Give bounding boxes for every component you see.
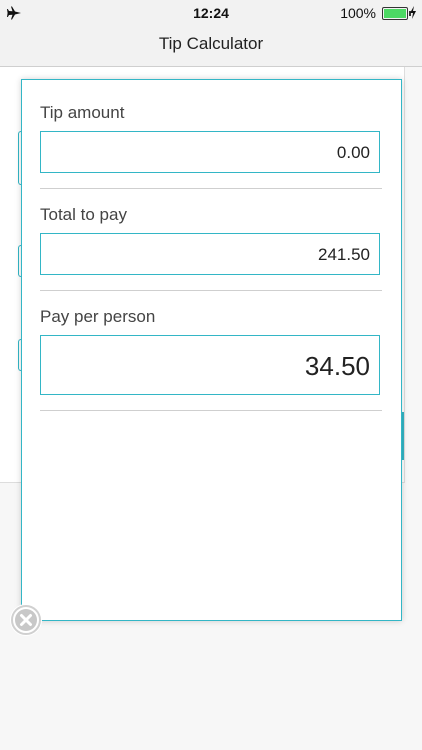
page-title: Tip Calculator bbox=[158, 34, 264, 53]
divider bbox=[40, 290, 382, 291]
navigation-bar: Tip Calculator bbox=[0, 26, 422, 67]
tip-amount-group: Tip amount 0.00 bbox=[40, 102, 382, 173]
status-bar: 12:24 100% bbox=[0, 0, 422, 26]
charging-icon bbox=[410, 6, 416, 19]
total-to-pay-group: Total to pay 241.50 bbox=[40, 204, 382, 275]
pay-per-person-label: Pay per person bbox=[40, 307, 156, 326]
total-to-pay-field[interactable]: 241.50 bbox=[40, 233, 380, 275]
divider bbox=[40, 410, 382, 411]
total-to-pay-label: Total to pay bbox=[40, 205, 127, 224]
close-button[interactable] bbox=[10, 604, 42, 636]
pay-per-person-group: Pay per person 34.50 bbox=[40, 306, 382, 395]
battery-icon bbox=[382, 7, 411, 20]
divider bbox=[40, 188, 382, 189]
results-modal: Tip amount 0.00 Total to pay 241.50 Pay … bbox=[21, 79, 402, 621]
pay-per-person-field[interactable]: 34.50 bbox=[40, 335, 380, 395]
battery-percent: 100% bbox=[340, 5, 376, 21]
tip-amount-field[interactable]: 0.00 bbox=[40, 131, 380, 173]
tip-amount-label: Tip amount bbox=[40, 103, 125, 122]
close-icon bbox=[11, 605, 41, 635]
